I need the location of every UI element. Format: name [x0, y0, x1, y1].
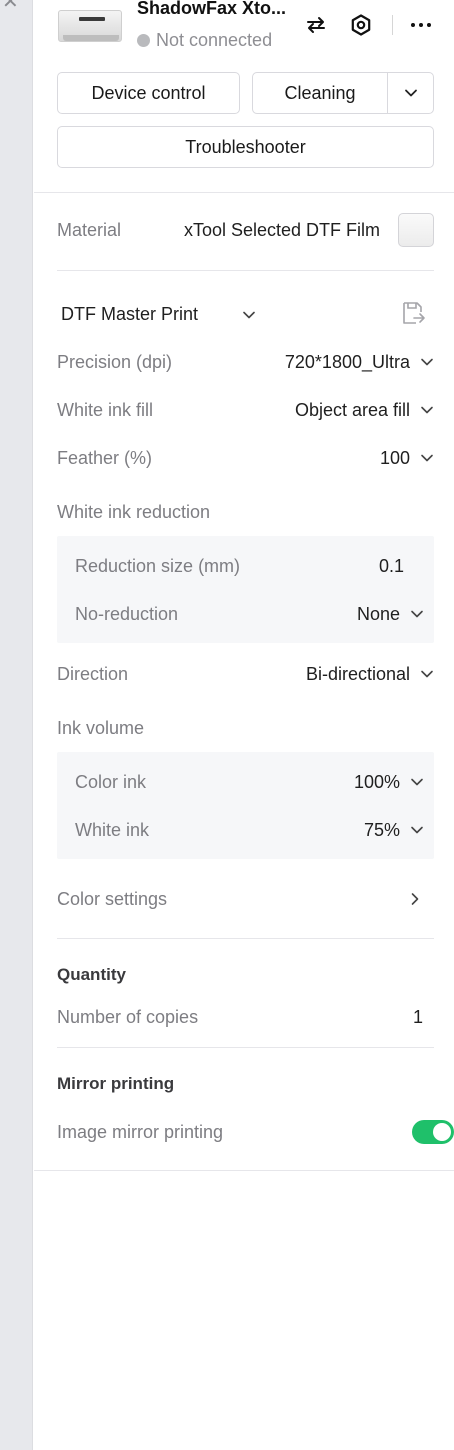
copies-label: Number of copies [57, 1006, 199, 1027]
white-ink-reduction-heading: White ink reduction [57, 499, 434, 525]
divider [34, 192, 454, 193]
reduction-size-input[interactable]: 0.1 [379, 556, 404, 577]
mirror-printing-title: Mirror printing [57, 1074, 175, 1093]
precision-select[interactable]: 720*1800_Ultra [285, 352, 434, 373]
material-swatch[interactable] [398, 213, 434, 247]
feather-value: 100 [379, 447, 410, 468]
precision-value: 720*1800_Ultra [284, 351, 410, 372]
precision-row[interactable]: Precision (dpi) 720*1800_Ultra [57, 349, 434, 375]
direction-value: Bi-directional [305, 663, 410, 684]
save-preset-icon[interactable] [400, 300, 426, 331]
precision-label: Precision (dpi) [57, 351, 173, 372]
troubleshooter-button[interactable]: Troubleshooter [57, 126, 434, 168]
mirror-printing-label: Image mirror printing [57, 1121, 224, 1142]
quantity-title: Quantity [57, 965, 126, 984]
cleaning-button[interactable]: Cleaning [252, 72, 434, 114]
chevron-down-icon [421, 670, 433, 678]
no-reduction-row[interactable]: No-reduction None [75, 601, 423, 627]
no-reduction-label: No-reduction [75, 603, 179, 624]
chevron-down-icon [243, 311, 255, 318]
direction-select[interactable]: Bi-directional [306, 664, 434, 685]
color-ink-value: 100% [353, 771, 400, 792]
material-label: Material [57, 219, 122, 240]
device-settings-icon[interactable] [348, 12, 374, 38]
preset-value: DTF Master Print [61, 304, 199, 324]
mirror-printing-row[interactable]: Image mirror printing [57, 1119, 454, 1145]
material-value-group: xTool Selected DTF Film [184, 213, 434, 247]
white-ink-fill-value: Object area fill [294, 399, 410, 420]
copies-row[interactable]: Number of copies 1 [57, 1004, 434, 1030]
preset-dropdown[interactable]: DTF Master Print [61, 304, 256, 325]
copies-input[interactable]: 1 [413, 1007, 423, 1028]
divider [57, 938, 434, 939]
divider [57, 1047, 434, 1048]
chevron-down-icon[interactable] [388, 86, 433, 100]
reduction-size-label: Reduction size (mm) [75, 555, 241, 576]
chevron-down-icon [411, 610, 423, 618]
left-side-strip: ✕ [0, 0, 33, 1450]
mirror-printing-toggle[interactable] [412, 1120, 454, 1144]
color-settings-row[interactable]: Color settings [57, 886, 434, 912]
chevron-down-icon [421, 454, 433, 462]
no-reduction-select[interactable]: None [357, 604, 424, 625]
color-settings-label: Color settings [57, 888, 168, 909]
white-ink-reduction-group: Reduction size (mm) 0.1 No-reduction Non… [57, 536, 434, 643]
chevron-right-icon [411, 893, 419, 905]
device-name: ShadowFax Xto... [137, 0, 287, 18]
status-dot-icon [137, 34, 150, 47]
feather-label: Feather (%) [57, 447, 153, 468]
ink-volume-label: Ink volume [57, 717, 145, 738]
device-control-button[interactable]: Device control [57, 72, 240, 114]
ink-volume-heading: Ink volume [57, 715, 434, 741]
connection-status-text: Not connected [156, 30, 273, 50]
more-options-icon[interactable] [408, 12, 434, 38]
chevron-down-icon [411, 826, 423, 834]
divider [34, 1170, 454, 1171]
white-ink-fill-label: White ink fill [57, 399, 154, 420]
no-reduction-value: None [356, 603, 400, 624]
reduction-size-row[interactable]: Reduction size (mm) 0.1 [75, 553, 404, 579]
feather-select[interactable]: 100 [380, 448, 434, 469]
ink-volume-group: Color ink 100% White ink 75% [57, 752, 434, 859]
white-ink-reduction-label: White ink reduction [57, 501, 211, 522]
connection-status: Not connected [137, 30, 272, 51]
white-ink-select[interactable]: 75% [364, 820, 424, 841]
white-ink-fill-row[interactable]: White ink fill Object area fill [57, 397, 434, 423]
color-ink-select[interactable]: 100% [354, 772, 424, 793]
material-row[interactable]: Material xTool Selected DTF Film [57, 213, 434, 247]
chevron-down-icon [421, 358, 433, 366]
cleaning-button-label: Cleaning [284, 82, 356, 103]
white-ink-row[interactable]: White ink 75% [75, 817, 423, 843]
device-thumbnail [58, 10, 122, 42]
divider [57, 270, 434, 271]
white-ink-value: 75% [363, 819, 400, 840]
direction-row[interactable]: Direction Bi-directional [57, 661, 434, 687]
chevron-down-icon [421, 406, 433, 414]
header-divider [392, 15, 393, 35]
feather-row[interactable]: Feather (%) 100 [57, 445, 434, 471]
white-ink-fill-select[interactable]: Object area fill [295, 400, 434, 421]
switch-device-icon[interactable] [303, 12, 329, 38]
material-value: xTool Selected DTF Film [183, 219, 380, 240]
settings-panel: ShadowFax Xto... Not connected Device co… [34, 0, 454, 1450]
white-ink-label: White ink [75, 819, 150, 840]
color-ink-label: Color ink [75, 771, 147, 792]
close-icon[interactable]: ✕ [2, 0, 19, 12]
color-ink-row[interactable]: Color ink 100% [75, 769, 423, 795]
chevron-down-icon [411, 778, 423, 786]
direction-label: Direction [57, 663, 129, 684]
